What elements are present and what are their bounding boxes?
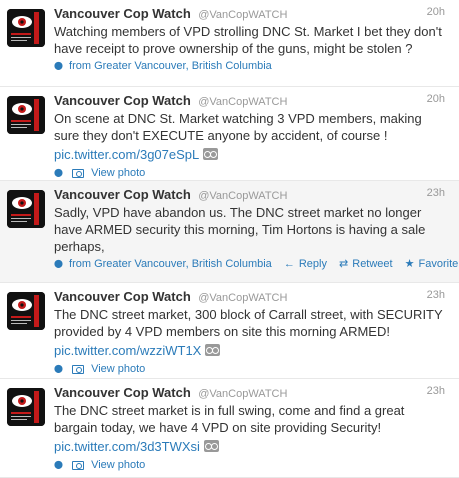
tweet-footer: ⬤ View photo [54,458,445,472]
reply-action[interactable]: ← Reply [284,258,327,270]
retweet-action[interactable]: ⇄ Retweet [339,258,393,270]
avatar[interactable] [7,388,45,426]
tweet-footer: ⬤ View photo [54,166,445,180]
tweet-header: Vancouver Cop Watch @VanCopWATCH [54,289,445,305]
map-pin-icon: ⬤ [54,364,63,374]
account-username[interactable]: @VanCopWATCH [198,190,287,202]
location-link[interactable]: from Greater Vancouver, British Columbia [69,60,272,72]
avatar[interactable] [7,292,45,330]
map-pin-icon: ⬤ [54,61,63,71]
copwatch-logo-icon [7,190,45,228]
photo-icon [72,364,85,374]
account-fullname[interactable]: Vancouver Cop Watch [54,93,191,108]
view-photo-link[interactable]: View photo [91,363,145,375]
pic-link[interactable]: pic.twitter.com/3d3TWXsi [54,438,200,455]
tweet-timestamp[interactable]: 23h [427,187,445,199]
tweet-text: Sadly, VPD have abandon us. The DNC stre… [54,205,426,254]
tweet-timestamp[interactable]: 23h [427,385,445,397]
retweet-icon: ⇄ [339,258,349,271]
account-fullname[interactable]: Vancouver Cop Watch [54,6,191,21]
copwatch-logo-icon [7,9,45,47]
avatar[interactable] [7,190,45,228]
favorite-action[interactable]: ★ Favorite [405,258,459,270]
copwatch-logo-icon [7,96,45,134]
account-username[interactable]: @VanCopWATCH [198,96,287,108]
map-pin-icon: ⬤ [54,460,63,470]
tweet-header: Vancouver Cop Watch @VanCopWATCH [54,93,445,109]
view-photo-link[interactable]: View photo [91,459,145,471]
pic-link[interactable]: pic.twitter.com/3g07eSpL [54,146,199,163]
tweet-timeline: Vancouver Cop Watch @VanCopWATCH 20h Wat… [0,0,459,478]
tweet[interactable]: Vancouver Cop Watch @VanCopWATCH 20h On … [0,87,459,181]
retweet-label[interactable]: Retweet [352,258,392,270]
account-fullname[interactable]: Vancouver Cop Watch [54,385,191,400]
tweet-text: On scene at DNC St. Market watching 3 VP… [54,111,422,143]
copwatch-logo-icon [7,292,45,330]
view-photo-link[interactable]: View photo [91,167,145,179]
tweet-header: Vancouver Cop Watch @VanCopWATCH [54,6,445,22]
account-fullname[interactable]: Vancouver Cop Watch [54,187,191,202]
map-pin-icon: ⬤ [54,259,63,269]
reply-arrow-icon: ← [283,258,295,271]
tweet-timestamp[interactable]: 23h [427,289,445,301]
pic-link[interactable]: pic.twitter.com/wzziWT1X [54,342,201,359]
tweet-footer: ⬤ from Greater Vancouver, British Columb… [54,257,458,271]
tweet[interactable]: Vancouver Cop Watch @VanCopWATCH 23h The… [0,379,459,478]
tweet-header: Vancouver Cop Watch @VanCopWATCH [54,385,445,401]
tweet-text: The DNC street market is in full swing, … [54,403,405,435]
account-username[interactable]: @VanCopWATCH [198,292,287,304]
pic-link-icon [203,439,219,452]
tweet[interactable]: Vancouver Cop Watch @VanCopWATCH 23h The… [0,283,459,379]
tweet-timestamp[interactable]: 20h [427,93,445,105]
account-fullname[interactable]: Vancouver Cop Watch [54,289,191,304]
tweet-footer: ⬤ View photo [54,362,445,376]
tweet[interactable]: Vancouver Cop Watch @VanCopWATCH 20h Wat… [0,0,459,87]
star-icon: ★ [404,258,415,271]
favorite-label[interactable]: Favorite [419,258,459,270]
account-username[interactable]: @VanCopWATCH [198,9,287,21]
photo-icon [72,168,85,178]
tweet-text: Watching members of VPD strolling DNC St… [54,24,442,56]
avatar[interactable] [7,96,45,134]
reply-label[interactable]: Reply [299,258,327,270]
tweet-text: The DNC street market, 300 block of Carr… [54,307,443,339]
pic-link-icon [205,343,221,356]
copwatch-logo-icon [7,388,45,426]
tweet-footer: ⬤ from Greater Vancouver, British Columb… [54,59,445,73]
pic-link-icon [203,147,219,160]
avatar[interactable] [7,9,45,47]
account-username[interactable]: @VanCopWATCH [198,388,287,400]
map-pin-icon: ⬤ [54,168,63,178]
tweet-timestamp[interactable]: 20h [427,6,445,18]
tweet[interactable]: Vancouver Cop Watch @VanCopWATCH 23h Sad… [0,181,459,283]
tweet-header: Vancouver Cop Watch @VanCopWATCH [54,187,445,203]
photo-icon [72,460,85,470]
location-link[interactable]: from Greater Vancouver, British Columbia [69,258,272,270]
